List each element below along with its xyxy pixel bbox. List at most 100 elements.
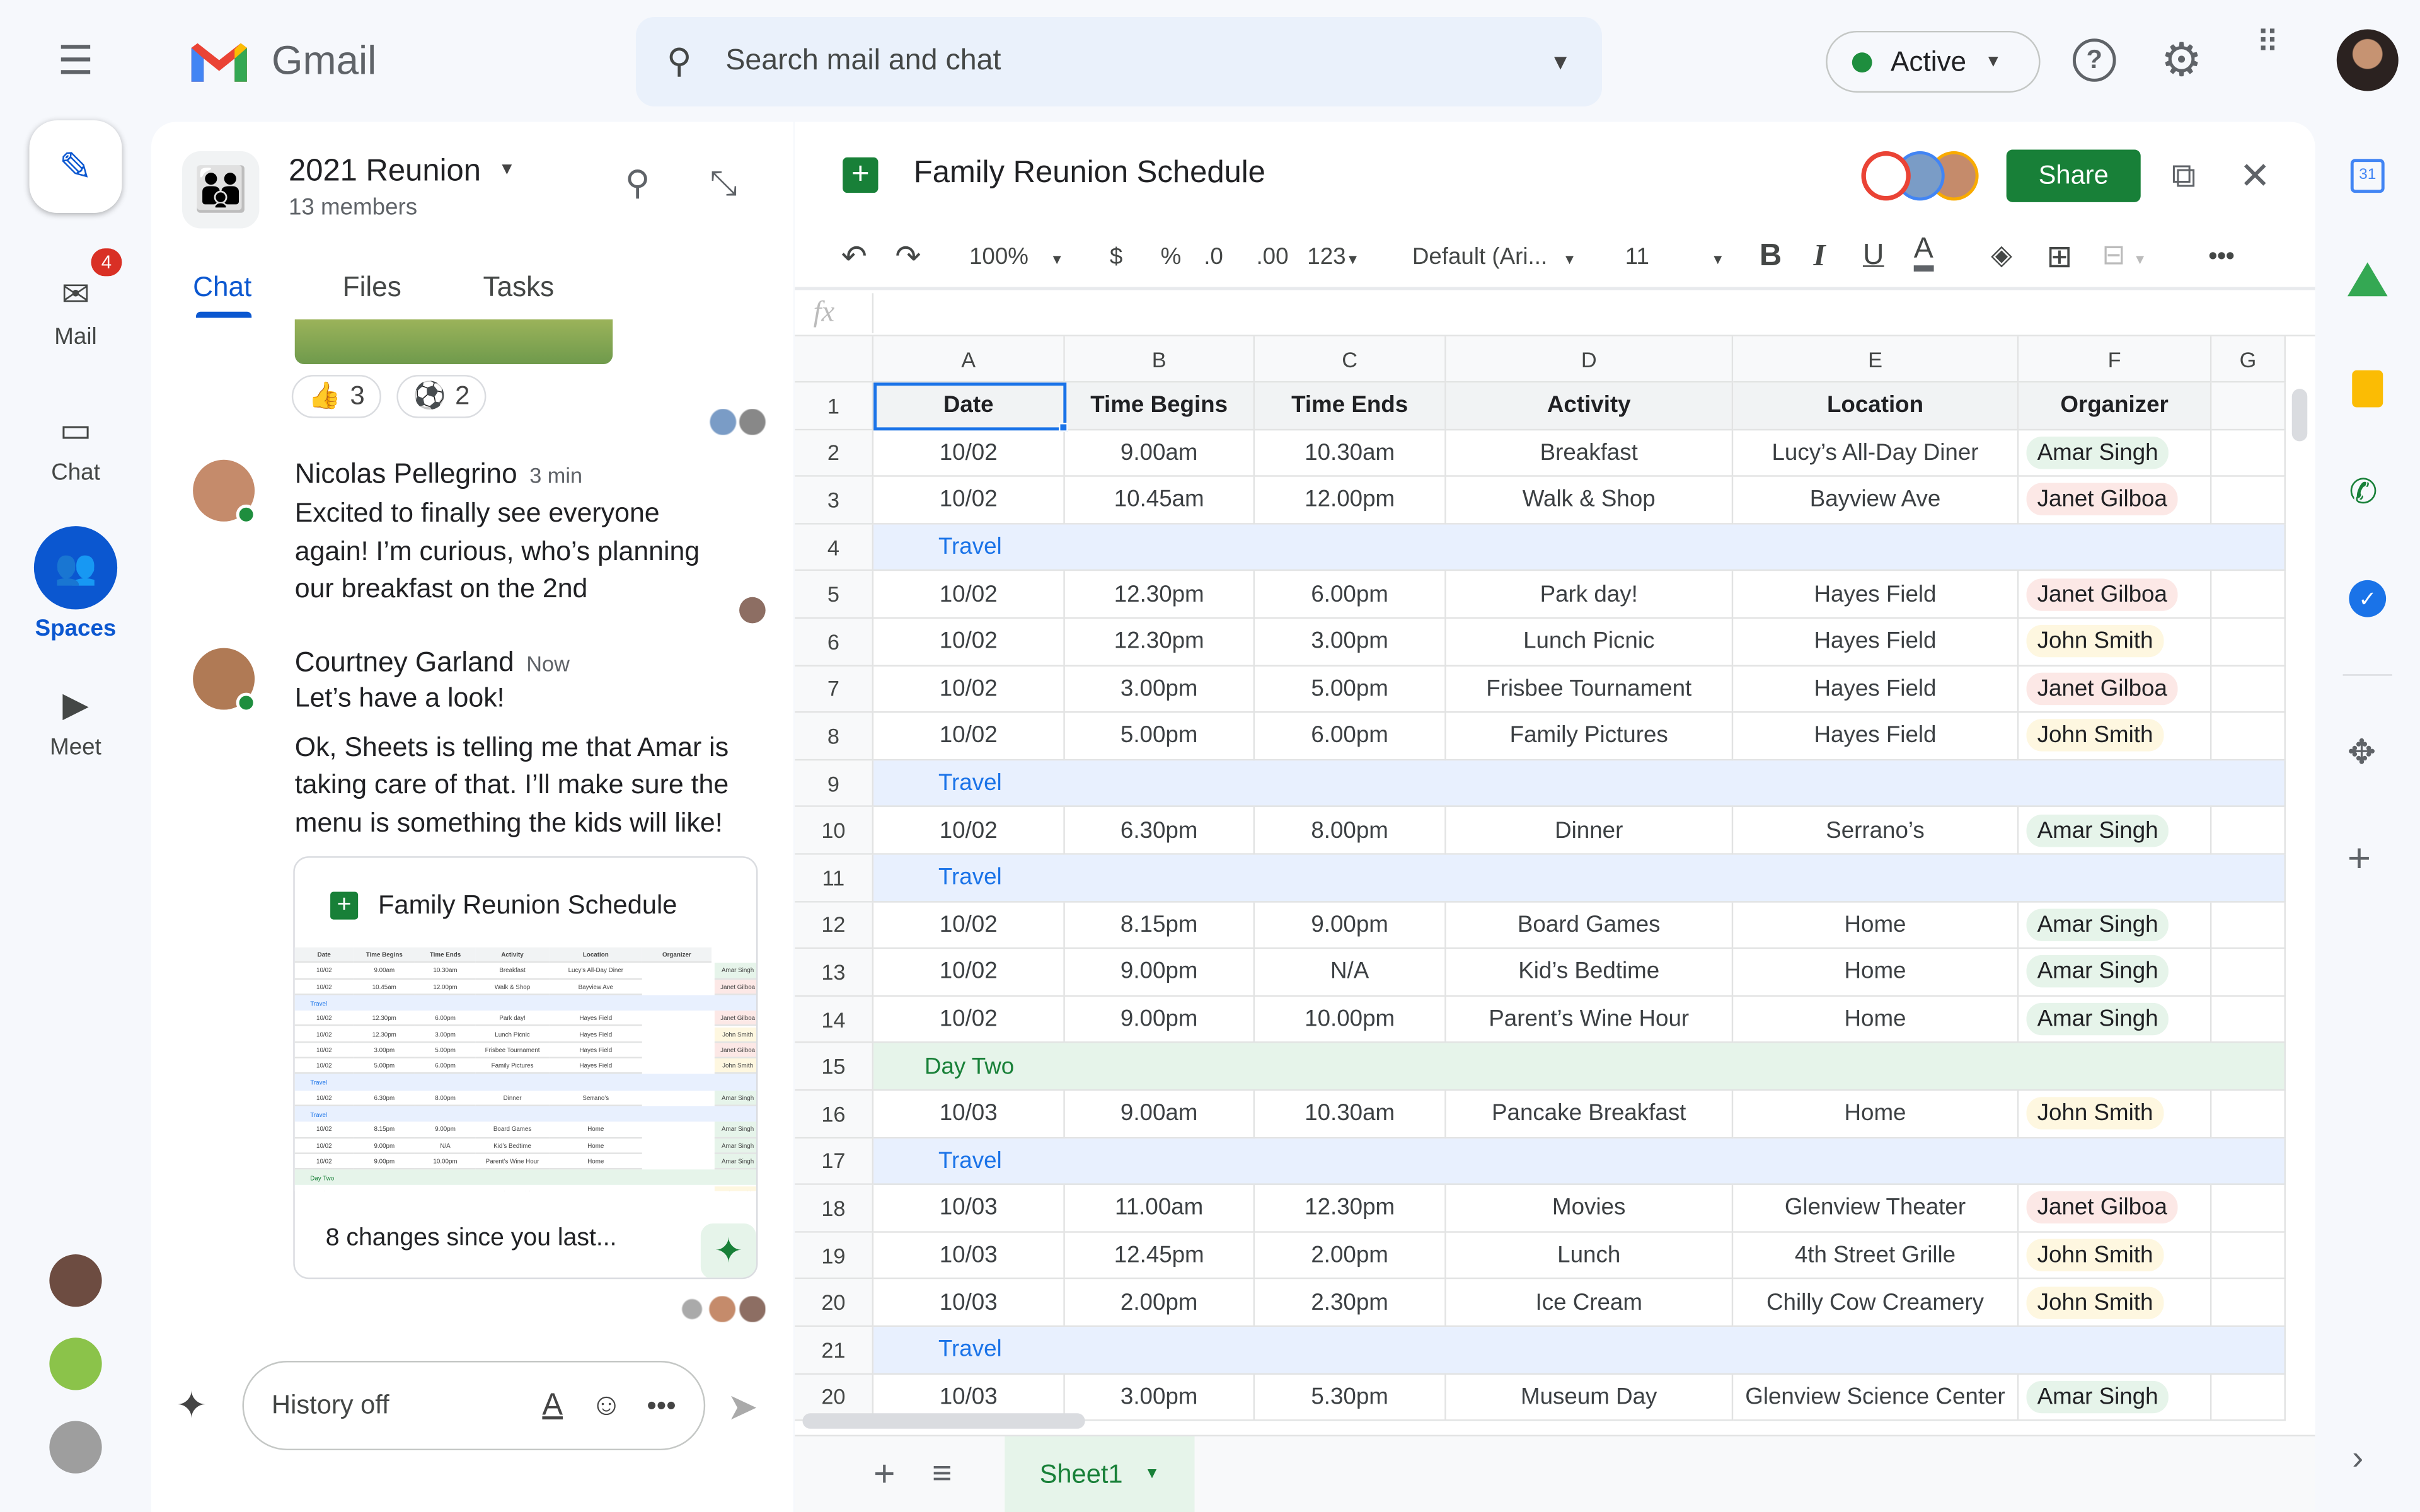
table-cell[interactable]	[2211, 477, 2286, 525]
search-bar[interactable]: ⚲ Search mail and chat ▼	[635, 16, 1603, 106]
table-cell[interactable]: Amar Singh	[2019, 996, 2212, 1044]
table-cell[interactable]: Janet Gilboa	[2019, 665, 2212, 713]
row-header[interactable]: 15	[795, 1043, 874, 1091]
organizer-chip[interactable]: Janet Gilboa	[2026, 578, 2179, 611]
row-header[interactable]: 4	[795, 524, 874, 572]
add-sheet-icon[interactable]: +	[873, 1453, 895, 1497]
table-cell[interactable]: 12.30pm	[1064, 619, 1255, 666]
table-cell[interactable]: 9.00pm	[1255, 902, 1446, 949]
header-cell[interactable]: Time Begins	[1064, 382, 1255, 430]
decrease-decimal-button[interactable]: .0	[1204, 244, 1223, 270]
underline-icon[interactable]: U	[1863, 239, 1884, 273]
sheet-title[interactable]: Family Reunion Schedule	[914, 156, 1265, 191]
table-cell[interactable]	[2211, 807, 2286, 855]
table-cell[interactable]	[2211, 619, 2286, 666]
header-cell[interactable]: Location	[1733, 382, 2019, 430]
drive-icon[interactable]	[2347, 262, 2388, 297]
tab-files[interactable]: Files	[343, 272, 401, 304]
message-input[interactable]: History off	[272, 1390, 542, 1421]
redo-icon[interactable]: ↷	[895, 238, 921, 276]
table-cell[interactable]: 10/02	[873, 996, 1065, 1044]
column-header-D[interactable]: D	[1446, 336, 1734, 383]
row-header[interactable]: 19	[795, 1232, 874, 1280]
table-cell[interactable]: Walk & Shop	[1446, 477, 1734, 525]
format-text-icon[interactable]: A	[542, 1388, 563, 1423]
table-cell[interactable]: Ice Cream	[1446, 1280, 1734, 1327]
table-cell[interactable]: N/A	[1255, 949, 1446, 997]
table-cell[interactable]: 3.00pm	[1064, 1374, 1255, 1421]
dm-avatar-1[interactable]	[49, 1254, 102, 1307]
table-cell[interactable]: 3.00pm	[1255, 619, 1446, 666]
table-cell[interactable]: Dinner	[1446, 807, 1734, 855]
organizer-chip[interactable]: Amar Singh	[2026, 908, 2169, 941]
zoom-select[interactable]: 100% ▼	[969, 244, 1064, 270]
table-cell[interactable]: 5.00pm	[1064, 713, 1255, 760]
compose-button[interactable]: ✎	[29, 120, 122, 213]
table-cell[interactable]: Chilly Cow Creamery	[1733, 1280, 2019, 1327]
organizer-chip[interactable]: Janet Gilboa	[2026, 483, 2179, 517]
organizer-chip[interactable]: Amar Singh	[2026, 956, 2169, 988]
more-icon[interactable]: •••	[647, 1389, 676, 1421]
table-cell[interactable]: 10.30am	[1255, 430, 1446, 478]
table-cell[interactable]: 10/02	[873, 430, 1065, 478]
undo-icon[interactable]: ↶	[841, 238, 867, 276]
table-cell[interactable]: Hayes Field	[1733, 665, 2019, 713]
organizer-chip[interactable]: Amar Singh	[2026, 814, 2169, 847]
table-cell[interactable]: 10/02	[873, 949, 1065, 997]
table-cell[interactable]	[2211, 902, 2286, 949]
table-cell[interactable]: Janet Gilboa	[2019, 477, 2212, 525]
row-header[interactable]: 17	[795, 1138, 874, 1186]
tab-tasks[interactable]: Tasks	[483, 272, 555, 304]
sheet-tab[interactable]: Sheet1 ▼	[1005, 1436, 1195, 1512]
table-cell[interactable]: Amar Singh	[2019, 430, 2212, 478]
table-cell[interactable]: Park day!	[1446, 571, 1734, 619]
organizer-chip[interactable]: Amar Singh	[2026, 1003, 2169, 1036]
table-cell[interactable]: Kid’s Bedtime	[1446, 949, 1734, 997]
table-cell[interactable]: 5.30pm	[1255, 1374, 1446, 1421]
table-cell[interactable]: Home	[1733, 902, 2019, 949]
table-cell[interactable]: Board Games	[1446, 902, 1734, 949]
table-cell[interactable]: 8.00pm	[1255, 807, 1446, 855]
row-header[interactable]: 5	[795, 571, 874, 619]
table-cell[interactable]: 10/03	[873, 1280, 1065, 1327]
gmail-logo[interactable]: Gmail	[188, 37, 376, 85]
row-header[interactable]: 6	[795, 619, 874, 666]
send-icon[interactable]: ➤	[727, 1385, 758, 1430]
borders-icon[interactable]: ⊞	[2046, 238, 2072, 276]
column-header-F[interactable]: F	[2019, 336, 2212, 383]
voice-icon[interactable]: ✆	[2349, 472, 2377, 512]
travel-row[interactable]: Travel	[873, 854, 2286, 902]
table-cell[interactable]: Museum Day	[1446, 1374, 1734, 1421]
table-cell[interactable]: Amar Singh	[2019, 807, 2212, 855]
table-cell[interactable]: Home	[1733, 949, 2019, 997]
vertical-scrollbar[interactable]	[2291, 389, 2308, 442]
table-cell[interactable]	[2211, 665, 2286, 713]
day-two-row[interactable]: Day Two	[873, 1043, 2286, 1091]
table-cell[interactable]: John Smith	[2019, 1091, 2212, 1138]
font-size-select[interactable]: 11 ▼	[1625, 244, 1725, 270]
table-cell[interactable]: Amar Singh	[2019, 902, 2212, 949]
font-select[interactable]: Default (Ari... ▼	[1412, 244, 1577, 270]
row-header[interactable]: 1	[795, 382, 874, 430]
header-cell[interactable]: Activity	[1446, 382, 1734, 430]
table-cell[interactable]: 12.30pm	[1064, 571, 1255, 619]
table-cell[interactable]: 10/02	[873, 902, 1065, 949]
row-header[interactable]: 16	[795, 1091, 874, 1138]
apps-icon[interactable]: ⠿	[2256, 28, 2296, 59]
rail-mail[interactable]: ✉ Mail	[0, 275, 151, 350]
table-cell[interactable]: Hayes Field	[1733, 619, 2019, 666]
table-cell[interactable]: Movies	[1446, 1185, 1734, 1233]
status-button[interactable]: Active ▼	[1826, 30, 2041, 93]
main-menu-icon[interactable]: ☰	[46, 37, 105, 83]
table-cell[interactable]: 12.30pm	[1255, 1185, 1446, 1233]
table-cell[interactable]: John Smith	[2019, 1280, 2212, 1327]
account-avatar[interactable]	[2336, 29, 2399, 91]
addons-icon[interactable]: ✥	[2348, 733, 2376, 773]
merge-cells-icon[interactable]: ⊟ ▼	[2102, 239, 2147, 272]
travel-row[interactable]: Travel	[873, 760, 2286, 808]
horizontal-scrollbar[interactable]	[802, 1413, 1085, 1429]
table-cell[interactable]: 6.00pm	[1255, 571, 1446, 619]
table-cell[interactable]: 2.00pm	[1064, 1280, 1255, 1327]
select-all-corner[interactable]	[795, 336, 874, 383]
table-cell[interactable]: 10/03	[873, 1232, 1065, 1280]
